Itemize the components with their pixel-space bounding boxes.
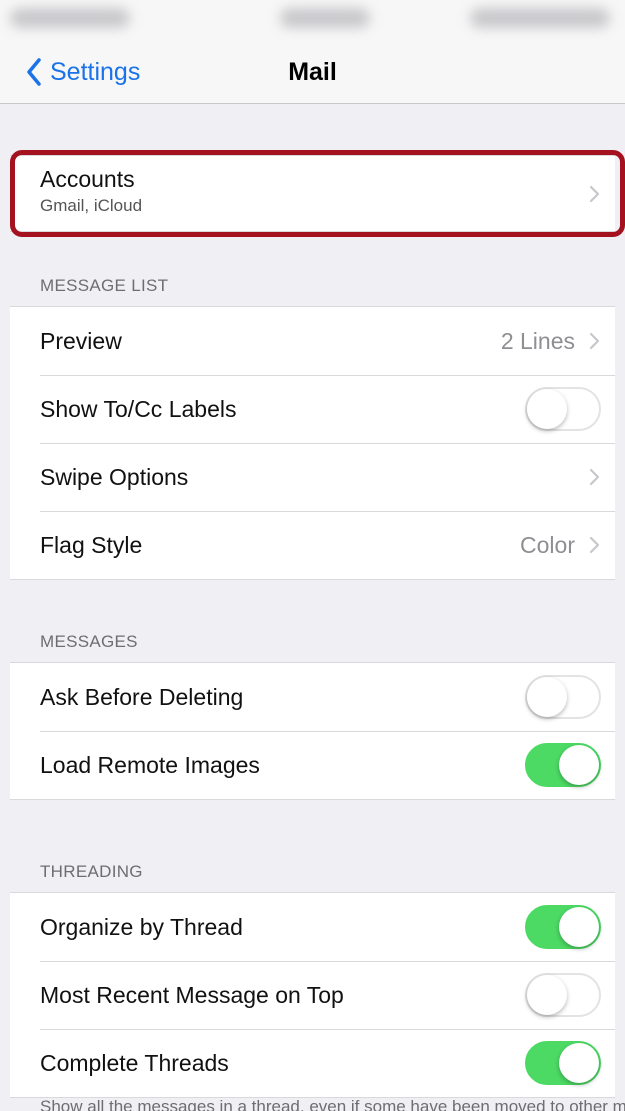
- messages-group: Ask Before Deleting Load Remote Images: [10, 662, 615, 800]
- row-label: Organize by Thread: [40, 913, 243, 940]
- chevron-right-icon: [589, 468, 600, 486]
- chevron-right-icon: [589, 332, 600, 350]
- mail-settings-screen: Settings Mail Accounts Gmail, iCloud MES…: [0, 0, 625, 1111]
- message-list-group: Preview 2 Lines Show To/Cc Labels Swipe …: [10, 306, 615, 580]
- row-label: Most Recent Message on Top: [40, 981, 344, 1008]
- organize-by-thread-toggle[interactable]: [525, 905, 601, 949]
- row-label: Load Remote Images: [40, 751, 260, 778]
- most-recent-message-on-top-toggle[interactable]: [525, 973, 601, 1017]
- toggle-knob: [527, 975, 567, 1015]
- row-value: 2 Lines: [500, 327, 575, 354]
- row-label: Flag Style: [40, 531, 143, 558]
- row-label: Show To/Cc Labels: [40, 395, 237, 422]
- ask-before-deleting-row: Ask Before Deleting: [10, 663, 615, 731]
- row-label: Complete Threads: [40, 1049, 229, 1076]
- threading-group: Organize by Thread Most Recent Message o…: [10, 892, 615, 1098]
- toggle-knob: [559, 745, 599, 785]
- show-to-cc-labels-toggle[interactable]: [525, 387, 601, 431]
- ask-before-deleting-toggle[interactable]: [525, 675, 601, 719]
- complete-threads-toggle[interactable]: [525, 1041, 601, 1085]
- most-recent-message-on-top-row: Most Recent Message on Top: [10, 961, 615, 1029]
- row-label: Swipe Options: [40, 463, 189, 490]
- accounts-title: Accounts: [40, 166, 135, 192]
- preview-row[interactable]: Preview 2 Lines: [10, 307, 615, 375]
- accounts-subtitle: Gmail, iCloud: [40, 196, 143, 215]
- swipe-options-row[interactable]: Swipe Options: [10, 443, 615, 511]
- load-remote-images-row: Load Remote Images: [10, 731, 615, 799]
- chevron-right-icon: [589, 185, 600, 202]
- complete-threads-row: Complete Threads: [10, 1029, 615, 1097]
- threading-footer-text: Show all the messages in a thread, even …: [40, 1097, 625, 1111]
- navigation-bar: Settings Mail: [0, 40, 625, 104]
- chevron-right-icon: [589, 536, 600, 554]
- row-label: Ask Before Deleting: [40, 683, 244, 710]
- toggle-knob: [527, 389, 567, 429]
- section-header-messages: MESSAGES: [40, 632, 138, 651]
- accounts-group: Accounts Gmail, iCloud: [10, 155, 615, 232]
- section-header-message-list: MESSAGE LIST: [40, 276, 169, 295]
- flag-style-row[interactable]: Flag Style Color: [10, 511, 615, 579]
- page-title: Mail: [288, 58, 337, 86]
- accounts-row[interactable]: Accounts Gmail, iCloud: [10, 156, 615, 231]
- status-bar: [0, 0, 625, 40]
- toggle-knob: [559, 907, 599, 947]
- row-value: Color: [520, 531, 575, 558]
- row-label: Preview: [40, 327, 122, 354]
- section-header-threading: THREADING: [40, 862, 143, 881]
- toggle-knob: [527, 677, 567, 717]
- organize-by-thread-row: Organize by Thread: [10, 893, 615, 961]
- load-remote-images-toggle[interactable]: [525, 743, 601, 787]
- toggle-knob: [559, 1043, 599, 1083]
- show-to-cc-labels-row: Show To/Cc Labels: [10, 375, 615, 443]
